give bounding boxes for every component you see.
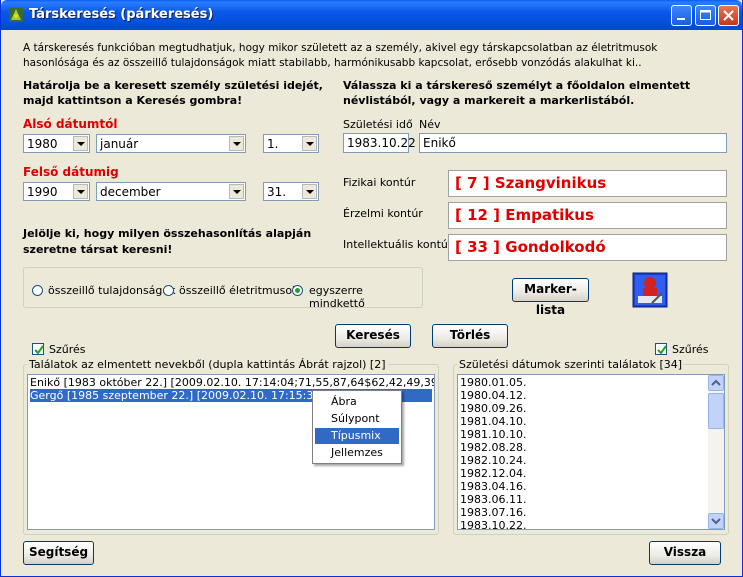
intellectual-contour-field: [ 33 ] Gondolkodó	[448, 234, 727, 261]
menu-item-abra[interactable]: Ábra	[315, 394, 399, 410]
chevron-down-icon[interactable]	[302, 136, 317, 151]
scroll-thumb[interactable]	[708, 393, 724, 429]
help-button[interactable]: Segítség	[23, 541, 94, 565]
list-item[interactable]: 1980.09.26.	[460, 402, 526, 415]
lower-month-select[interactable]: január	[96, 134, 246, 153]
list-item[interactable]: 1981.10.10.	[460, 428, 526, 441]
list-item[interactable]: 1982.12.04.	[460, 467, 526, 480]
chevron-down-icon[interactable]	[73, 184, 88, 199]
list-item[interactable]: 1983.07.16.	[460, 506, 526, 519]
filter-left-label[interactable]: Szűrés	[49, 343, 86, 356]
scroll-down-button[interactable]	[708, 513, 724, 529]
menu-item-sulypont[interactable]: Súlypont	[315, 411, 399, 427]
upper-day-select[interactable]: 31.	[263, 182, 319, 201]
birth-date-field[interactable]: 1983.10.22	[343, 133, 416, 153]
scroll-up-button[interactable]	[708, 375, 724, 391]
right-instruction-line1: Válassza ki a társkereső személyt a főol…	[343, 79, 691, 92]
list-item[interactable]: 1983.04.16.	[460, 480, 526, 493]
filter-right-label[interactable]: Szűrés	[672, 343, 709, 356]
saved-results-title: Találatok az elmentett nevekből (dupla k…	[27, 358, 388, 371]
intro-text: A társkeresés funkcióban megtudhatjuk, h…	[23, 42, 658, 69]
radio-rhythms-label[interactable]: összeillő életritmusok	[179, 284, 298, 297]
intellectual-contour-label: Intellektuális kontúr	[343, 238, 453, 251]
radio-both-label[interactable]: egyszerre mindkettő	[309, 284, 422, 310]
name-label: Név	[419, 118, 441, 131]
left-instruction-line1: Határolja be a keresett személy születés…	[23, 79, 323, 92]
date-results-title: Születési dátumok szerinti találatok [34…	[457, 358, 685, 371]
list-item[interactable]: 1983.06.11.	[460, 493, 526, 506]
radio-properties-label[interactable]: összeillő tulajdonságok	[48, 284, 176, 297]
upper-year-select[interactable]: 1990	[23, 182, 90, 201]
list-item[interactable]: 1980.01.05.	[460, 376, 526, 389]
window-title: Társkeresés (párkeresés)	[29, 7, 214, 22]
filter-left-checkbox[interactable]	[32, 343, 44, 355]
upper-date-label: Felső dátumig	[23, 165, 119, 179]
radio-properties[interactable]	[32, 285, 43, 296]
list-item[interactable]: 1981.04.10.	[460, 415, 526, 428]
maximize-icon	[700, 10, 711, 20]
chevron-up-icon	[711, 379, 721, 386]
minimize-icon	[677, 18, 685, 20]
list-item[interactable]: Enikő [1983 október 22.] [2009.02.10. 17…	[30, 376, 434, 389]
emotional-contour-label: Érzelmi kontúr	[343, 207, 423, 220]
lower-year-select[interactable]: 1980	[23, 134, 90, 153]
comparison-radio-group: összeillő tulajdonságok összeillő életri…	[23, 267, 423, 310]
minimize-button[interactable]	[671, 5, 692, 26]
radio-rhythms[interactable]	[163, 285, 174, 296]
right-instruction-line2: névlistából, vagy a markereit a markerli…	[343, 94, 635, 107]
upper-day-value: 31.	[267, 185, 287, 199]
chevron-down-icon[interactable]	[73, 136, 88, 151]
lower-year-value: 1980	[27, 137, 58, 151]
close-icon	[723, 10, 734, 21]
chevron-down-icon[interactable]	[302, 184, 317, 199]
title-bar[interactable]: Társkeresés (párkeresés)	[1, 0, 742, 30]
delete-button[interactable]: Törlés	[432, 324, 508, 348]
checkmark-icon	[34, 345, 44, 355]
app-icon	[9, 8, 23, 22]
list-item[interactable]: 1983.10.22.	[460, 519, 526, 529]
main-window: Társkeresés (párkeresés) A társkeresés f…	[0, 0, 743, 577]
menu-item-tipusmix[interactable]: Típusmix	[315, 428, 399, 444]
menu-item-jellemzes[interactable]: Jellemzes	[315, 445, 399, 461]
search-button[interactable]: Keresés	[335, 324, 411, 348]
physical-contour-label: Fizikai kontúr	[343, 176, 416, 189]
birth-date-label: Születési idő	[343, 118, 413, 131]
maximize-button[interactable]	[695, 5, 716, 26]
upper-month-select[interactable]: december	[96, 182, 246, 201]
compare-instruction-line2: szeretne társat keresni!	[23, 243, 173, 256]
name-field[interactable]: Enikő	[419, 133, 727, 153]
list-item[interactable]: 1982.10.24.	[460, 454, 526, 467]
emotional-contour-field: [ 12 ] Empatikus	[448, 202, 727, 229]
lower-day-select[interactable]: 1.	[263, 134, 319, 153]
filter-right-checkbox[interactable]	[655, 343, 667, 355]
lower-date-label: Alsó dátumtól	[23, 117, 118, 131]
chevron-down-icon	[711, 518, 721, 525]
date-results-scrollbar[interactable]	[708, 375, 724, 529]
radio-both[interactable]	[292, 285, 303, 296]
physical-contour-field: [ 7 ] Szangvinikus	[448, 170, 727, 197]
close-button[interactable]	[718, 5, 739, 26]
checkmark-icon	[657, 345, 667, 355]
list-item[interactable]: 1982.08.28.	[460, 441, 526, 454]
context-menu: Ábra Súlypont Típusmix Jellemzes	[312, 390, 402, 464]
marker-list-button[interactable]: Marker-lista	[512, 278, 589, 317]
upper-month-value: december	[100, 185, 161, 199]
date-results-list[interactable]: 1980.01.05. 1980.04.12. 1980.09.26. 1981…	[457, 374, 725, 530]
lower-month-value: január	[100, 137, 139, 151]
chevron-down-icon[interactable]	[229, 136, 244, 151]
lower-day-value: 1.	[267, 137, 279, 151]
compare-instruction-line1: Jelölje ki, hogy milyen összehasonlítás …	[23, 227, 312, 240]
list-item[interactable]: 1980.04.12.	[460, 389, 526, 402]
back-button[interactable]: Vissza	[649, 541, 721, 565]
upper-year-value: 1990	[27, 185, 58, 199]
chevron-down-icon[interactable]	[229, 184, 244, 199]
marker-person-icon[interactable]	[632, 272, 668, 308]
left-instruction-line2: majd kattintson a Keresés gombra!	[23, 94, 243, 107]
